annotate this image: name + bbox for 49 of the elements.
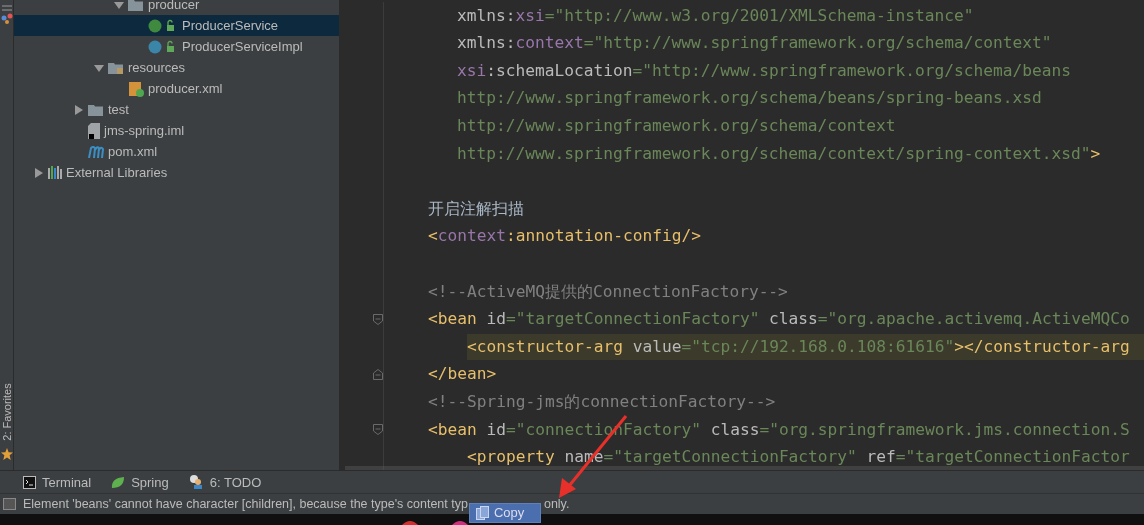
code-line: http://www.springframework.org/schema/beans/spring-beans.xsd xyxy=(456,90,1042,108)
code-line: <context:annotation-config/> xyxy=(428,228,701,246)
star-icon xyxy=(0,448,13,460)
maven-m-icon xyxy=(88,145,104,158)
code-line: http://www.springframework.org/schema/context xyxy=(456,117,896,135)
tree-item[interactable]: ProducerService xyxy=(14,15,339,36)
fold-marker-icon[interactable] xyxy=(373,424,383,436)
tool-window-button[interactable]: 6: TODO xyxy=(188,474,262,490)
fold-marker-icon[interactable] xyxy=(373,313,383,325)
copy-button[interactable]: Copy xyxy=(468,502,541,523)
panel-toggle-icon[interactable] xyxy=(2,497,18,511)
tree-item[interactable]: jms-spring.iml xyxy=(14,120,339,141)
tool-window-button[interactable]: Spring xyxy=(111,474,169,490)
folder-icon xyxy=(128,0,144,12)
code-line: xmlns:context="http://www.springframework.org/schema/context" xyxy=(456,34,1052,52)
tree-item[interactable]: producer.xml xyxy=(14,78,339,99)
code-line: 开启注解扫描 xyxy=(428,200,524,218)
code-line: http://www.springframework.org/schema/context/spring-context.xsd"> xyxy=(456,145,1101,163)
todo-person-icon xyxy=(188,475,204,489)
libraries-icon xyxy=(48,166,62,179)
favorites-tab[interactable]: 2: Favorites xyxy=(0,383,13,441)
tree-item[interactable]: pom.xml xyxy=(14,141,339,162)
code-line: <!--Spring-jms的connectionFactory--> xyxy=(428,393,776,411)
tree-item[interactable]: test xyxy=(14,99,339,120)
terminal-icon xyxy=(23,475,36,489)
file-icon xyxy=(88,122,100,139)
status-message: only. xyxy=(543,497,570,511)
tree-item[interactable]: resources xyxy=(14,57,339,78)
structure-icon[interactable] xyxy=(0,4,13,24)
copy-icon xyxy=(475,505,489,520)
expanded-arrow-icon[interactable] xyxy=(94,62,104,73)
tree-item[interactable]: External Libraries xyxy=(14,162,339,183)
code-line: <bean id="targetConnectionFactory" class="org.apache.activemq.ActiveMQCo xyxy=(428,310,1130,328)
collapsed-arrow-icon[interactable] xyxy=(74,104,84,115)
tree-item[interactable]: ProducerServiceImpl xyxy=(14,36,339,57)
collapsed-arrow-icon[interactable] xyxy=(34,167,44,178)
code-line: xmlns:xsi="http://www.w3.org/2001/XMLSchema-instance" xyxy=(456,7,974,25)
code-line: </bean> xyxy=(428,366,497,383)
code-line: <!--ActiveMQ提供的ConnectionFactory--> xyxy=(428,283,788,301)
tool-window-button[interactable]: Terminal xyxy=(23,474,92,490)
fold-marker-icon[interactable] xyxy=(373,369,383,380)
xml-file-icon xyxy=(128,80,144,97)
tree-item[interactable]: producer xyxy=(14,0,339,15)
folder-icon xyxy=(88,102,104,117)
code-line: xsi:schemaLocation="http://www.springframework.org/schema/beans xyxy=(456,62,1071,80)
expanded-arrow-icon[interactable] xyxy=(114,0,124,10)
resources-folder-icon xyxy=(108,60,124,75)
leaf-icon xyxy=(111,475,126,489)
status-message: Element 'beans' cannot have character [children], because the type's content typ xyxy=(23,497,468,511)
